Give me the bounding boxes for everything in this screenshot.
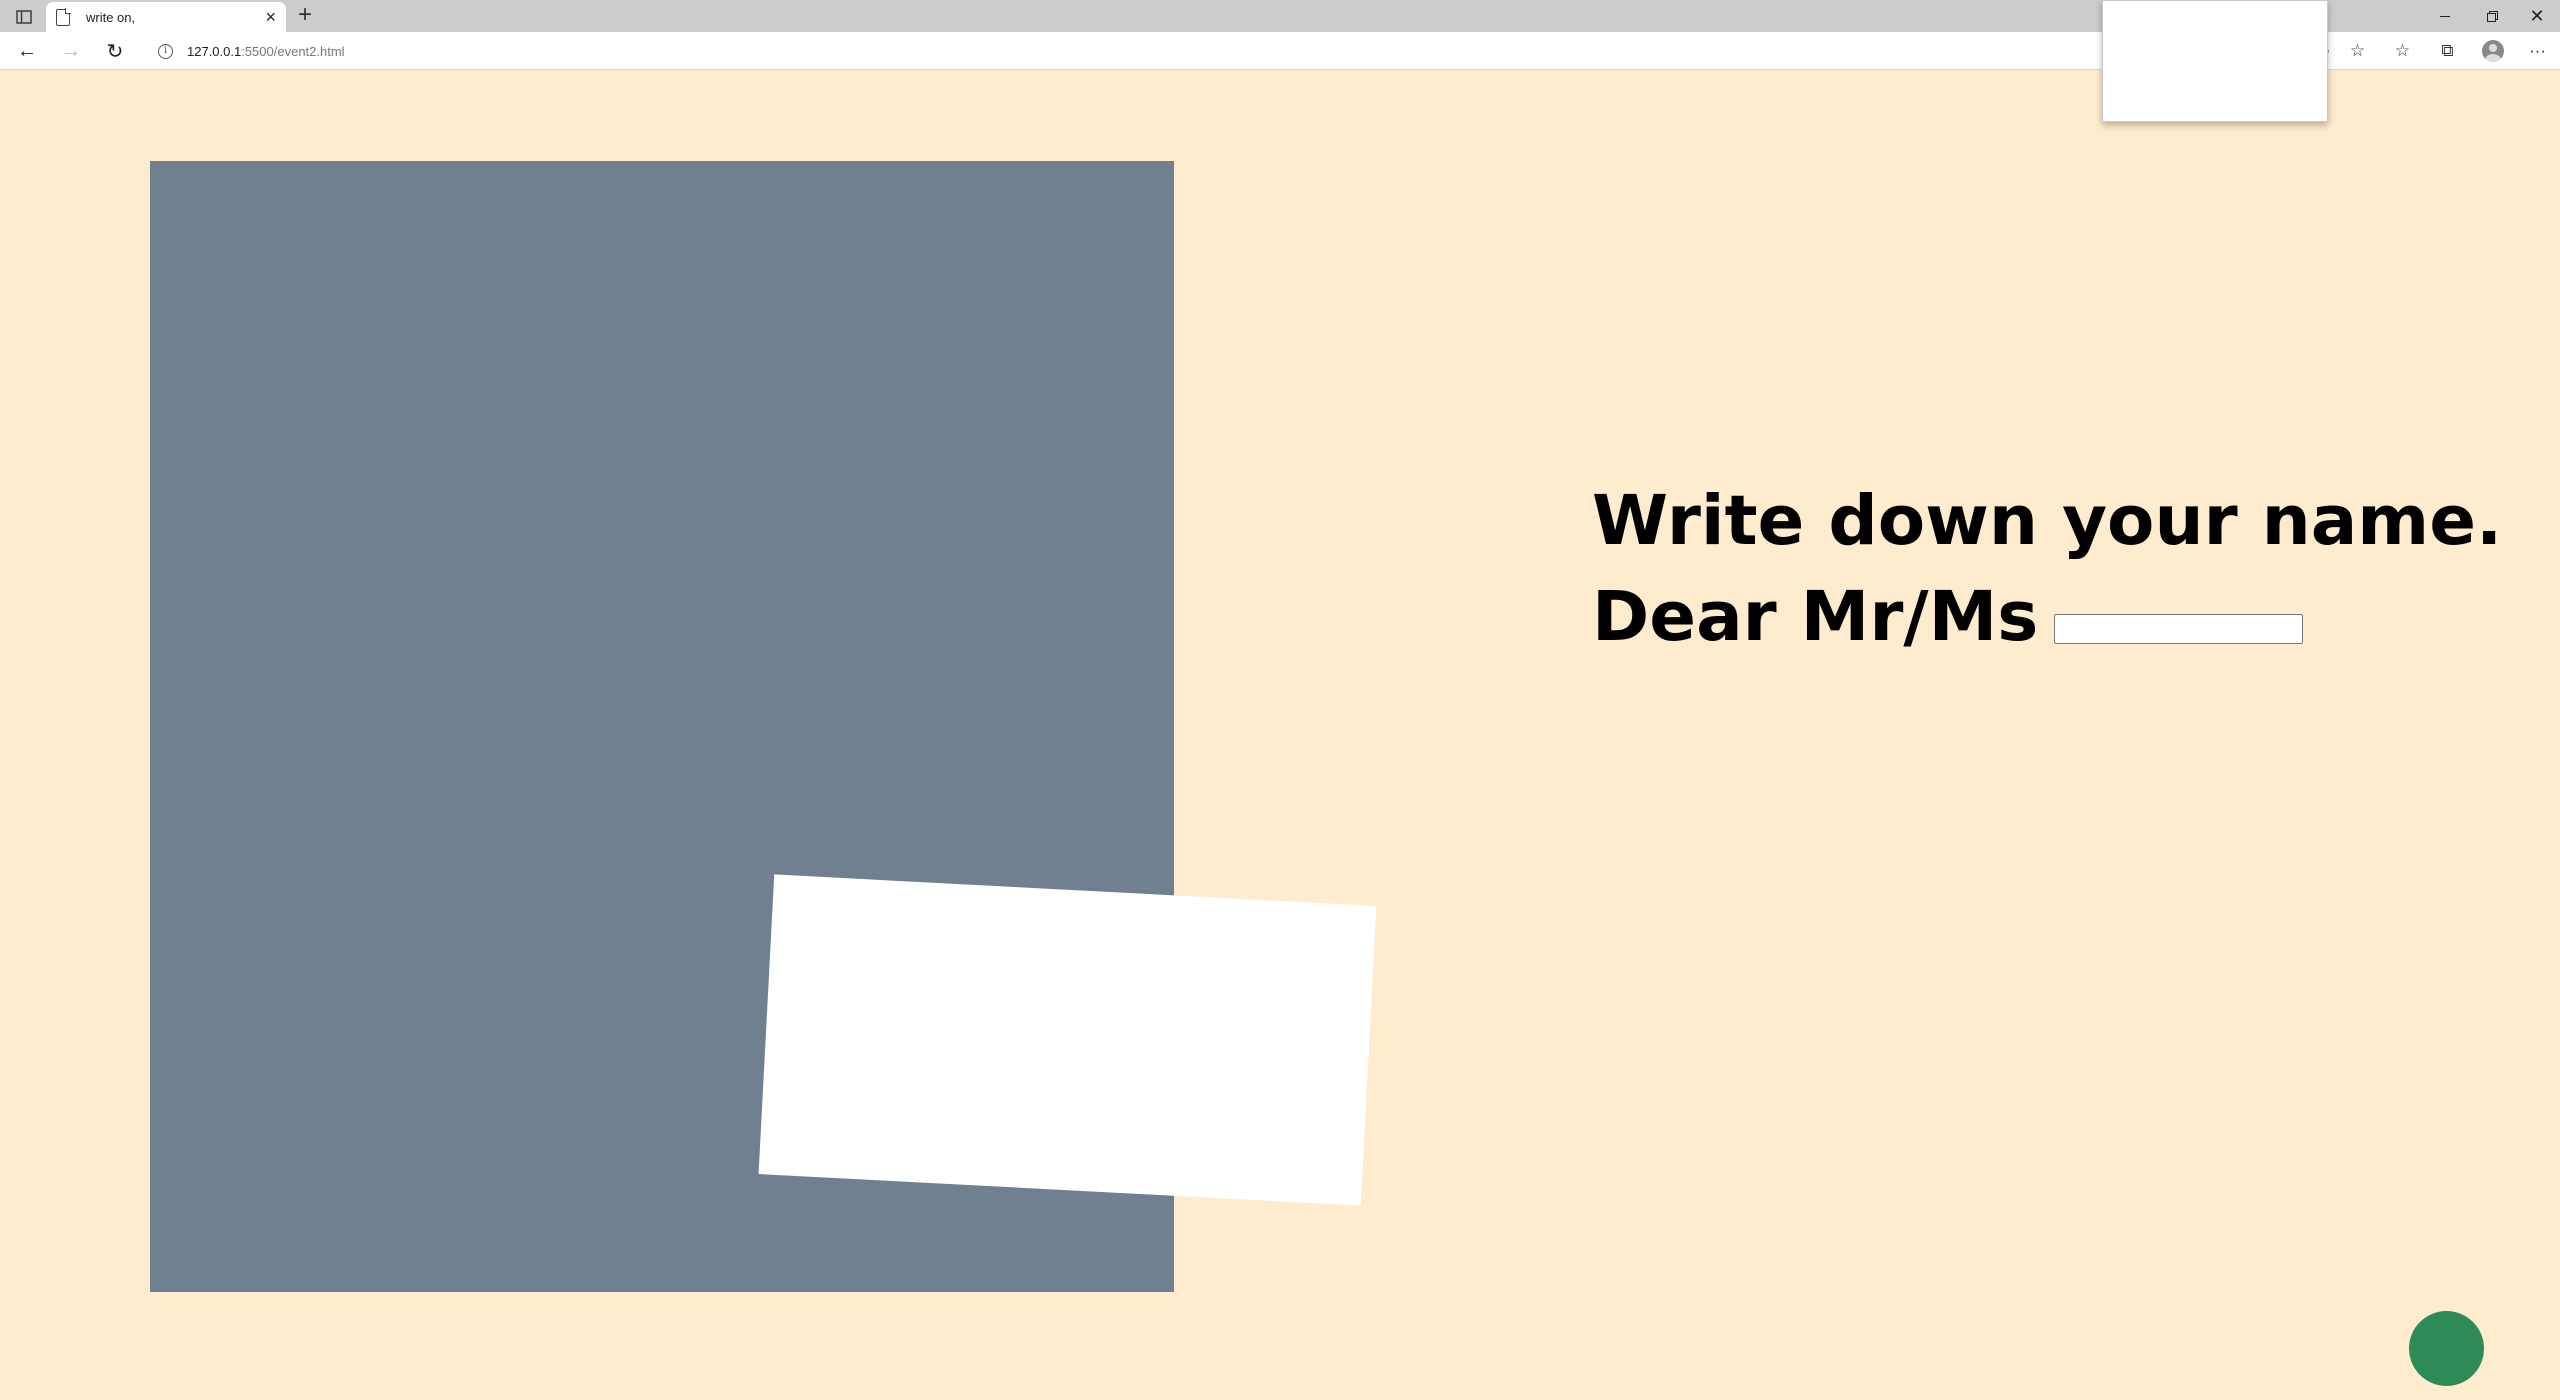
avatar bbox=[2481, 40, 2504, 62]
restore-button[interactable] bbox=[2468, 0, 2514, 32]
white-card[interactable] bbox=[758, 874, 1377, 1206]
tab-actions-icon bbox=[16, 10, 32, 24]
green-circle-button[interactable] bbox=[2409, 1311, 2484, 1386]
url-host: 127.0.0.1 bbox=[187, 43, 242, 59]
tab-write-on[interactable]: write on, × bbox=[46, 2, 286, 32]
back-button[interactable]: ← bbox=[12, 36, 42, 66]
prompt-heading: Write down your name. bbox=[1592, 481, 2503, 561]
url-text: 127.0.0.1:5500/event2.html bbox=[187, 44, 345, 59]
favorites-icon[interactable]: ☆ bbox=[2380, 36, 2425, 66]
forward-button[interactable]: → bbox=[56, 36, 86, 66]
address-bar[interactable]: i 127.0.0.1:5500/event2.html ⊕ bbox=[146, 37, 2330, 65]
prompt-salutation-line: Dear Mr/Ms bbox=[1592, 569, 2492, 665]
window-controls: ✕ bbox=[2422, 0, 2560, 32]
profile-button[interactable] bbox=[2470, 36, 2515, 66]
more-menu-icon[interactable]: ··· bbox=[2515, 36, 2560, 66]
close-window-button[interactable]: ✕ bbox=[2514, 0, 2560, 32]
tab-actions-button[interactable] bbox=[10, 6, 38, 28]
site-info-icon[interactable]: i bbox=[158, 43, 173, 59]
add-favorite-icon[interactable]: ☆ bbox=[2335, 36, 2380, 66]
minimize-button[interactable] bbox=[2422, 0, 2468, 32]
collections-icon[interactable]: ⧉ bbox=[2425, 36, 2470, 66]
toolbar-actions: ☆ ☆ ⧉ ··· bbox=[2335, 36, 2560, 66]
page-icon bbox=[56, 7, 71, 26]
page-viewport: Write down your name. Dear Mr/Ms bbox=[0, 71, 2560, 1400]
reload-button[interactable]: ↻ bbox=[100, 36, 130, 66]
zoom-popup bbox=[2102, 0, 2328, 122]
url-path: :5500/event2.html bbox=[241, 43, 345, 59]
tab-title: write on, bbox=[86, 9, 136, 25]
name-prompt: Write down your name. Dear Mr/Ms bbox=[1592, 473, 2503, 665]
name-input[interactable] bbox=[2054, 613, 2304, 644]
salutation-label: Dear Mr/Ms bbox=[1592, 577, 2039, 657]
new-tab-button[interactable]: + bbox=[294, 3, 316, 28]
tab-close-icon[interactable]: × bbox=[265, 8, 276, 26]
